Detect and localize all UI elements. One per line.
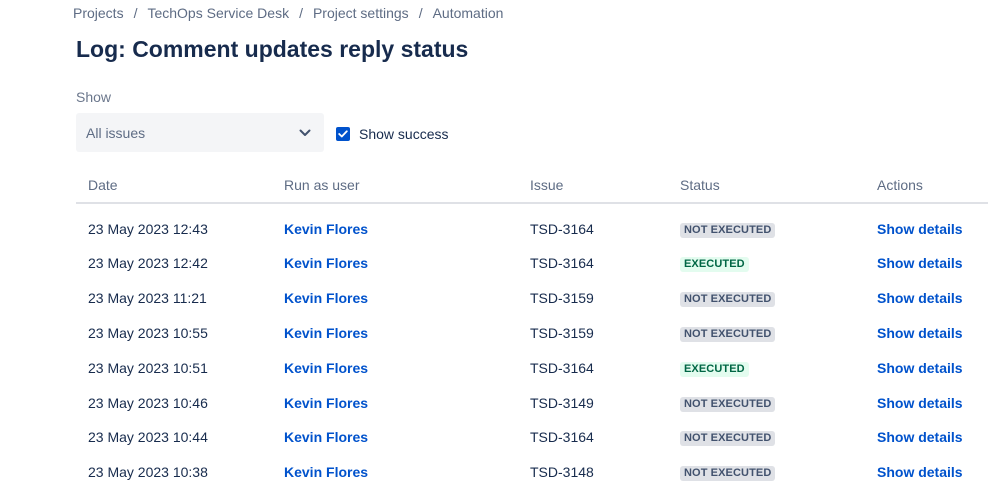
run-as-user-link[interactable]: Kevin Flores [284,325,368,341]
status-badge: NOT EXECUTED [680,396,776,412]
table-row: 23 May 2023 10:38 Kevin Flores TSD-3148 … [76,455,988,489]
breadcrumb-separator: / [418,5,423,21]
status-badge: EXECUTED [680,257,749,273]
breadcrumb-techops-service-desk[interactable]: TechOps Service Desk [147,5,289,21]
checkmark-icon [338,130,348,138]
row-date: 23 May 2023 10:38 [88,464,208,481]
breadcrumb-separator: / [133,5,138,21]
show-details-link[interactable]: Show details [877,255,963,271]
row-date: 23 May 2023 12:43 [88,221,208,237]
show-details-link[interactable]: Show details [877,360,963,376]
run-as-user-link[interactable]: Kevin Flores [284,395,368,411]
table-row: 23 May 2023 10:55 Kevin Flores TSD-3159 … [76,316,988,351]
show-success-toggle[interactable]: Show success [336,126,448,142]
breadcrumb: Projects / TechOps Service Desk / Projec… [73,5,503,21]
run-as-user-link[interactable]: Kevin Flores [284,290,368,306]
row-date: 23 May 2023 10:55 [88,324,208,341]
column-header-run-as-user: Run as user [272,167,518,204]
row-date: 23 May 2023 11:21 [88,290,207,307]
audit-log-table: Date Run as user Issue Status Actions 23… [76,167,988,489]
run-as-user-link[interactable]: Kevin Flores [284,221,368,237]
run-as-user-link[interactable]: Kevin Flores [284,464,368,480]
show-details-link[interactable]: Show details [877,325,963,341]
show-details-link[interactable]: Show details [877,429,963,445]
page-title: Log: Comment updates reply status [76,36,469,62]
show-details-link[interactable]: Show details [877,221,963,237]
run-as-user-link[interactable]: Kevin Flores [284,360,368,376]
row-issue: TSD-3164 [530,221,594,237]
show-success-label: Show success [359,126,449,142]
breadcrumb-automation[interactable]: Automation [433,5,504,21]
breadcrumb-separator: / [299,5,303,21]
run-as-user-link[interactable]: Kevin Flores [284,255,368,271]
row-issue: TSD-3164 [530,255,594,272]
breadcrumb-project-settings[interactable]: Project settings [313,5,409,21]
table-row: 23 May 2023 12:42 Kevin Flores TSD-3164 … [76,246,988,281]
row-date: 23 May 2023 10:46 [88,394,208,411]
row-date: 23 May 2023 10:44 [88,429,208,446]
row-issue: TSD-3164 [530,359,594,376]
column-header-date: Date [76,167,272,204]
status-badge: EXECUTED [680,361,749,377]
run-as-user-link[interactable]: Kevin Flores [284,429,368,445]
table-row: 23 May 2023 10:44 Kevin Flores TSD-3164 … [76,420,988,455]
status-badge: NOT EXECUTED [680,223,776,238]
show-success-checkbox[interactable] [336,127,350,141]
issue-filter-select[interactable]: All issues [76,113,324,152]
table-header-row: Date Run as user Issue Status Actions [76,167,988,204]
chevron-down-icon [298,126,312,140]
status-badge: NOT EXECUTED [680,431,776,447]
issue-filter-value: All issues [86,124,146,141]
status-badge: NOT EXECUTED [680,326,776,342]
table-row: 23 May 2023 11:21 Kevin Flores TSD-3159 … [76,281,988,316]
row-issue: TSD-3159 [530,324,594,341]
show-details-link[interactable]: Show details [877,464,963,480]
table-row: 23 May 2023 10:51 Kevin Flores TSD-3164 … [76,350,988,385]
column-header-actions: Actions [865,167,988,204]
row-issue: TSD-3164 [530,429,594,446]
row-issue: TSD-3148 [530,464,594,481]
show-filter-label: Show [76,89,112,105]
row-date: 23 May 2023 10:51 [88,359,208,376]
column-header-status: Status [668,167,865,204]
show-details-link[interactable]: Show details [877,290,963,306]
show-details-link[interactable]: Show details [877,395,963,411]
status-badge: NOT EXECUTED [680,466,776,482]
automation-log-page: Projects / TechOps Service Desk / Projec… [0,0,998,489]
row-date: 23 May 2023 12:42 [88,255,208,272]
table-row: 23 May 2023 10:46 Kevin Flores TSD-3149 … [76,385,988,420]
row-issue: TSD-3149 [530,394,594,411]
column-header-issue: Issue [518,167,668,204]
breadcrumb-projects[interactable]: Projects [73,5,124,21]
table-row: 23 May 2023 12:43 Kevin Flores TSD-3164 … [76,203,988,246]
row-issue: TSD-3159 [530,290,594,307]
status-badge: NOT EXECUTED [680,292,776,308]
